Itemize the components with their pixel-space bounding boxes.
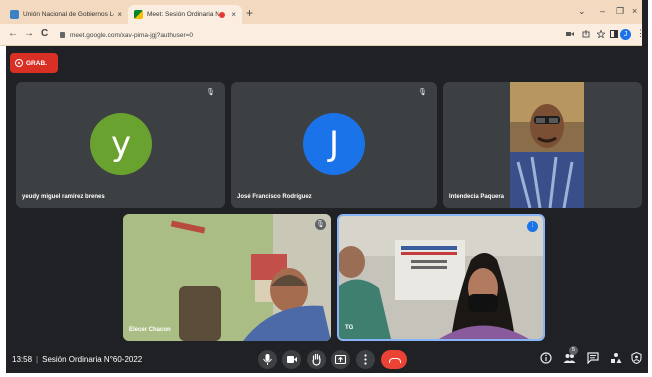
recording-dot-icon — [219, 11, 226, 18]
site-favicon-icon — [10, 10, 19, 19]
raise-hand-button[interactable] — [307, 350, 326, 369]
tab-title: Meet: Sesión Ordinaria N°6 — [147, 11, 220, 18]
participant-video — [510, 82, 584, 208]
mic-icon — [263, 354, 272, 365]
new-tab-button[interactable]: + — [246, 6, 253, 20]
restore-button[interactable]: ❐ — [616, 6, 624, 17]
participant-video — [339, 216, 543, 339]
speaking-indicator-icon: ⁞ — [527, 221, 538, 232]
present-button[interactable] — [331, 350, 350, 369]
meeting-controls-bar: 13:58 | Sesión Ordinaria N°60-2022 5 — [0, 345, 642, 373]
participant-tile-active-speaker[interactable]: ⁞ TG — [337, 214, 545, 341]
mic-off-icon: 🎙︎ — [315, 219, 326, 230]
recording-label: GRAB. — [26, 59, 47, 67]
host-controls-icon[interactable] — [631, 352, 642, 364]
participant-avatar: y — [90, 113, 152, 175]
profile-avatar[interactable]: J — [620, 29, 631, 40]
separator: | — [36, 355, 39, 364]
url-field[interactable]: meet.google.com/xav-pima-jgj?authuser=0 — [60, 29, 560, 42]
more-options-button[interactable] — [356, 350, 375, 369]
chat-icon[interactable] — [587, 352, 599, 364]
camera-button[interactable] — [282, 350, 301, 369]
tab-union-nacional[interactable]: Unión Nacional de Gobiernos Lo × — [4, 5, 128, 24]
browser-menu-icon[interactable]: ⋮ — [636, 28, 645, 38]
participant-tile[interactable]: y 🎙︎ yeudy miguel ramirez brenes — [16, 82, 225, 208]
bookmark-star-icon[interactable] — [597, 30, 605, 38]
mic-button[interactable] — [258, 350, 277, 369]
sidebar-icon[interactable] — [610, 30, 618, 38]
recording-icon — [15, 59, 23, 67]
raise-hand-icon — [312, 353, 321, 366]
reload-button[interactable]: C — [41, 28, 48, 39]
participant-tile[interactable]: 🎙︎ Elecer Chacon — [123, 214, 331, 341]
minimize-button[interactable]: – — [600, 6, 605, 16]
participant-name: Intendecia Paquera — [449, 194, 505, 200]
present-icon — [334, 354, 347, 365]
participant-name: TG — [345, 325, 354, 331]
meeting-info: 13:58 | Sesión Ordinaria N°60-2022 — [12, 355, 142, 364]
address-bar-row: ← → C meet.google.com/xav-pima-jgj?authu… — [0, 24, 645, 46]
tab-title: Unión Nacional de Gobiernos Lo — [23, 11, 115, 18]
info-icon[interactable] — [540, 352, 552, 364]
back-button[interactable]: ← — [8, 28, 18, 39]
camera-in-use-icon[interactable] — [566, 30, 574, 38]
people-count-badge: 5 — [569, 346, 578, 355]
close-window-button[interactable]: × — [632, 6, 637, 16]
meet-favicon-icon — [134, 10, 143, 19]
participant-avatar: J — [303, 113, 365, 175]
lock-icon — [60, 32, 65, 39]
forward-button[interactable]: → — [24, 28, 34, 39]
activities-icon[interactable] — [610, 352, 622, 364]
mic-off-icon: 🎙︎ — [206, 89, 215, 96]
share-icon[interactable] — [582, 30, 590, 38]
mic-off-icon: 🎙︎ — [418, 89, 427, 96]
participant-name: Elecer Chacon — [129, 327, 171, 333]
tab-close-icon[interactable]: × — [231, 10, 236, 19]
tab-close-icon[interactable]: × — [117, 10, 122, 19]
participant-name: José Francisco Rodríguez — [237, 194, 312, 200]
url-text: meet.google.com/xav-pima-jgj?authuser=0 — [70, 32, 194, 39]
tab-meet[interactable]: Meet: Sesión Ordinaria N°6 × — [128, 5, 242, 24]
leave-call-button[interactable] — [381, 350, 407, 369]
participant-video — [123, 214, 331, 341]
participant-tile[interactable]: J 🎙︎ José Francisco Rodríguez — [231, 82, 437, 208]
tab-search-icon[interactable]: ⌄ — [578, 6, 586, 17]
recording-badge: GRAB. — [10, 53, 58, 73]
more-options-icon — [364, 354, 367, 365]
participant-name: yeudy miguel ramirez brenes — [22, 194, 105, 200]
meeting-title: Sesión Ordinaria N°60-2022 — [42, 355, 143, 364]
browser-tab-bar: Unión Nacional de Gobiernos Lo × Meet: S… — [0, 0, 642, 24]
participant-tile[interactable]: Intendecia Paquera — [443, 82, 642, 208]
meeting-time: 13:58 — [12, 355, 33, 364]
camera-icon — [287, 356, 297, 363]
